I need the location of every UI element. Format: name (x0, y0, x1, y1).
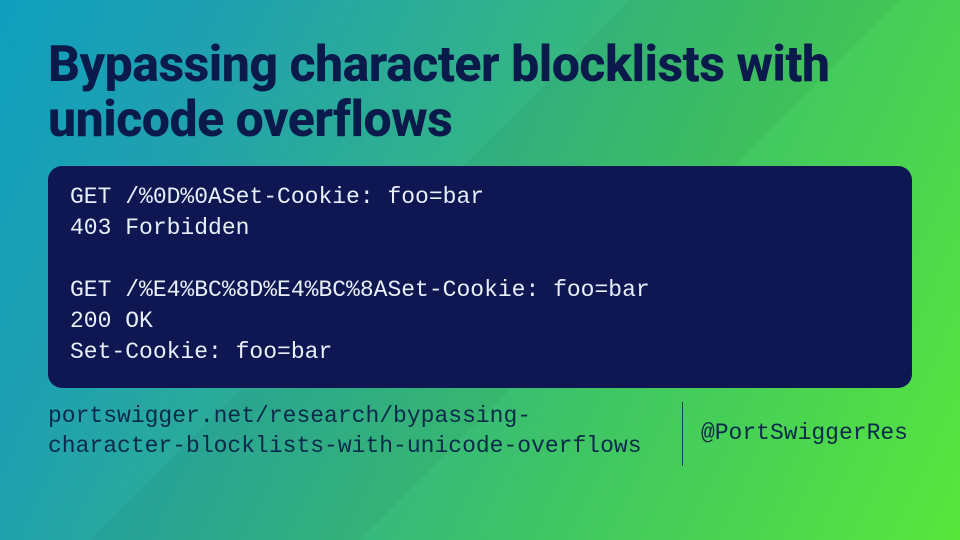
code-line: 200 OK (70, 308, 153, 334)
article-url: portswigger.net/research/bypassing-chara… (48, 402, 664, 462)
code-line: GET /%0D%0ASet-Cookie: foo=bar (70, 184, 484, 210)
slide-container: Bypassing character blocklists with unic… (0, 0, 960, 466)
code-line: Set-Cookie: foo=bar (70, 339, 332, 365)
footer: portswigger.net/research/bypassing-chara… (48, 402, 912, 466)
code-line: 403 Forbidden (70, 215, 249, 241)
code-line: GET /%E4%BC%8D%E4%BC%8ASet-Cookie: foo=b… (70, 277, 650, 303)
slide-title: Bypassing character blocklists with unic… (48, 38, 912, 148)
vertical-divider (682, 402, 683, 466)
twitter-handle: @PortSwiggerRes (701, 402, 912, 446)
code-block: GET /%0D%0ASet-Cookie: foo=bar 403 Forbi… (48, 166, 912, 388)
